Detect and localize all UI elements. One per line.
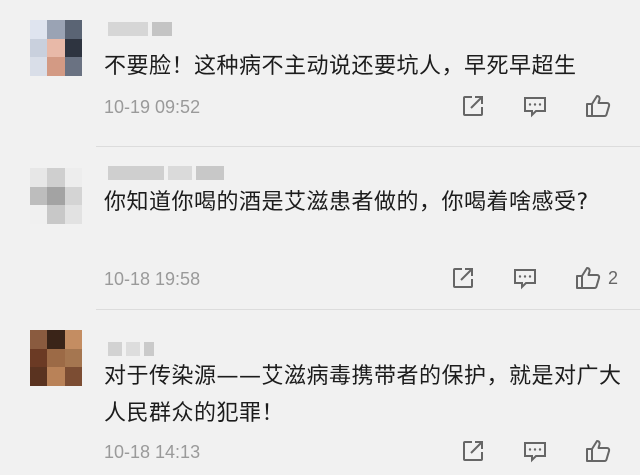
comment-time: 10-18 19:58: [104, 269, 201, 289]
avatar[interactable]: [30, 168, 82, 224]
comment-item-1: 不要脸！这种病不主动说还要坑人，早死早超生 10-19 09:52: [0, 0, 640, 150]
username-blurred[interactable]: [108, 22, 172, 36]
reply-button[interactable]: [522, 93, 548, 119]
thumbs-up-icon: [575, 267, 601, 289]
like-button[interactable]: 2: [574, 265, 618, 291]
comment-icon: [524, 442, 546, 463]
divider: [96, 309, 640, 310]
like-button[interactable]: [584, 438, 618, 464]
reply-button[interactable]: [512, 265, 538, 291]
comment-item-3: 对于传染源——艾滋病毒携带者的保护，就是对广大人民群众的犯罪！ 10-18 14…: [0, 312, 640, 475]
like-count: 2: [607, 267, 618, 288]
comment-actions: 2: [414, 265, 618, 291]
thumbs-up-icon: [586, 440, 611, 462]
share-icon: [463, 96, 483, 116]
comment-text: 不要脸！这种病不主动说还要坑人，早死早超生: [104, 54, 577, 79]
share-button[interactable]: [460, 93, 486, 119]
comment-icon: [524, 97, 546, 118]
share-icon: [463, 441, 483, 461]
comment-text: 你知道你喝的酒是艾滋患者做的，你喝着啥感受?: [104, 190, 589, 215]
comment-item-2: 你知道你喝的酒是艾滋患者做的，你喝着啥感受? 10-18 19:58 2: [0, 150, 640, 310]
like-button[interactable]: [584, 93, 618, 119]
thumbs-up-icon: [586, 95, 611, 117]
comment-actions: [424, 93, 618, 119]
avatar[interactable]: [30, 20, 82, 76]
share-button[interactable]: [460, 438, 486, 464]
comment-actions: [424, 438, 618, 464]
username-blurred[interactable]: [108, 166, 224, 180]
reply-button[interactable]: [522, 438, 548, 464]
share-button[interactable]: [450, 265, 476, 291]
avatar[interactable]: [30, 330, 82, 386]
comment-text: 对于传染源——艾滋病毒携带者的保护，就是对广大人民群众的犯罪！: [104, 364, 622, 426]
divider: [96, 146, 640, 147]
comment-time: 10-19 09:52: [104, 97, 201, 117]
comment-time: 10-18 14:13: [104, 442, 201, 462]
share-icon: [452, 268, 473, 288]
username-blurred[interactable]: [108, 342, 154, 356]
comment-icon: [513, 269, 536, 290]
